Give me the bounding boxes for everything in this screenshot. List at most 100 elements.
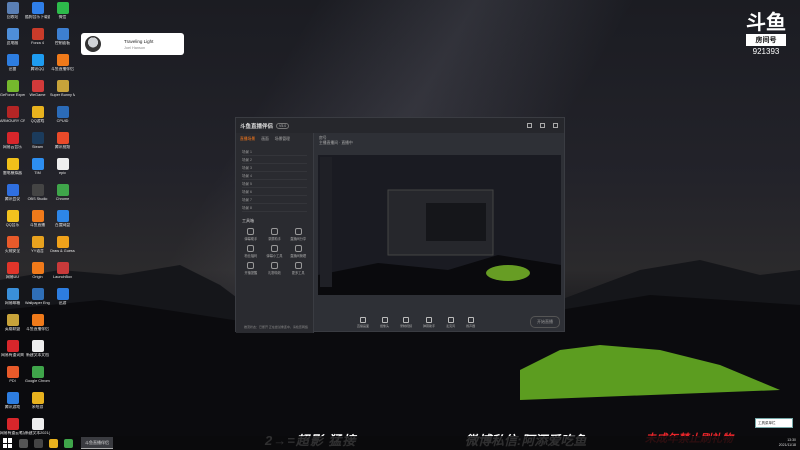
desktop-icon[interactable]: Forza 4 [25,26,50,52]
desktop-icon[interactable]: Draw & Guess [50,234,75,260]
desktop-icon[interactable]: Super Bunny Man [50,78,75,104]
desktop-icon[interactable]: 回收站 [0,0,25,26]
toolbox-item[interactable]: 直播间分享 [286,228,310,241]
toolbox-item[interactable]: 更多工具 [286,262,310,275]
desktop-icon[interactable]: Steam [25,130,50,156]
scene-item[interactable]: 场景 4 [242,172,307,180]
app-icon [56,288,69,300]
scene-item[interactable]: 场景 5 [242,180,307,188]
minimize-icon[interactable] [527,123,532,128]
desktop-icon[interactable]: TIM [25,156,50,182]
app-tab[interactable]: 直播场景 [240,137,255,142]
windows-start-icon[interactable] [3,438,13,448]
app-icon [56,54,69,66]
desktop-icon[interactable]: YY语音 [25,234,50,260]
app-icon [31,2,44,14]
app-icon [31,340,44,352]
desktop-icon[interactable]: 迅雷 [0,52,25,78]
desktop-icon[interactable] [50,364,75,390]
toolbox-item[interactable]: 开播提醒 [239,262,263,275]
app-icon [31,366,44,378]
toolbox-item[interactable]: 弹幕助手 [239,228,263,241]
desktop-icon[interactable]: 网易UU [0,260,25,286]
desktop-icon[interactable] [50,390,75,416]
maximize-icon[interactable] [540,123,545,128]
task-view-icon[interactable] [34,438,43,448]
app-icon [6,184,19,196]
desktop-icon[interactable]: 网易邮箱 [0,286,25,312]
tool-label: 更多工具 [291,271,305,275]
desktop-icon[interactable]: 腾讯视频 [50,130,75,156]
scene-item[interactable]: 场景 2 [242,156,307,164]
scene-item[interactable]: 场景 6 [242,188,307,196]
desktop-icon[interactable]: LaunchBox [50,260,75,286]
streamer-app-window[interactable]: 斗鱼直播伴侣 V5.0 直播场景 画面 场景管理 场景 1 场景 2 场景 3 场景 4场… [235,117,565,333]
toolbox-item[interactable]: 粉丝福利 [239,245,263,258]
desktop-icon[interactable]: QQ游戏 [25,104,50,130]
app-tab[interactable]: 画面 [261,137,269,142]
search-icon[interactable] [19,438,28,448]
desktop-icon[interactable]: 雷电模拟器 [0,156,25,182]
app-icon [57,366,69,378]
version-badge[interactable]: V5.0 [276,122,290,129]
toolbox-item[interactable]: 直播间管理 [286,245,310,258]
taskbar-app-douyu[interactable]: 斗鱼直播伴侣 [81,437,113,449]
desktop-icon[interactable]: Origin [25,260,50,286]
desktop-icon-label: 网易有道词典 [1,353,24,357]
app-icon [56,210,69,222]
desktop-icon-label: epic [59,171,66,175]
desktop-icon[interactable] [50,312,75,338]
desktop-icon[interactable]: 酷狗音乐下载器 [25,0,50,26]
desktop-icon[interactable]: CPUID [50,104,75,130]
stream-preview[interactable] [318,155,561,295]
file-explorer-icon[interactable] [49,438,58,448]
toolbox-item[interactable]: 礼物特效 [263,262,287,275]
scene-item[interactable]: 场景 8 [242,204,307,212]
close-icon[interactable] [553,123,558,128]
desktop-icon[interactable]: 网易云音乐 [0,130,25,156]
app-tab[interactable]: 场景管理 [275,137,290,142]
app-title: 斗鱼直播伴侣 [240,123,274,130]
desktop-icon[interactable]: Google Chrome [25,364,50,390]
desktop-icon[interactable]: GeForce Experience [0,78,25,104]
desktop-icon[interactable]: 腾讯会议 [0,182,25,208]
desktop-icon[interactable]: 米哈游 [25,390,50,416]
desktop-icon[interactable]: 迅游 [50,286,75,312]
desktop-icon[interactable]: Wallpaper Engine [25,286,50,312]
desktop-icon[interactable]: Chrome [50,182,75,208]
desktop-icon[interactable]: 斗鱼直播 [25,208,50,234]
desktop-icon[interactable]: PDI [0,364,25,390]
desktop-icon[interactable]: 百度网盘 [50,208,75,234]
desktop-icon[interactable]: WeGame [25,78,50,104]
scene-item[interactable]: 场景 1 [242,148,307,156]
desktop-icon[interactable]: QQ音乐 [0,208,25,234]
desktop-icon[interactable]: 腾讯QQ [25,52,50,78]
desktop-icon[interactable]: 新建文本文档 [25,338,50,364]
desktop-icon-label: 腾讯游戏 [4,405,21,409]
desktop-icon[interactable]: 斗鱼直播伴侣 [25,312,50,338]
desktop-icon[interactable]: 火绒安全 [0,234,25,260]
tool-icon [247,228,255,235]
desktop-icon[interactable]: 此电脑 [0,26,25,52]
desktop-icon[interactable]: 英雄联盟 [0,312,25,338]
toolbox-item[interactable]: 弹幕小工具 [263,245,287,258]
music-notification[interactable]: Traveling Light Joel Hanson [81,33,184,55]
desktop-icon[interactable] [50,338,75,364]
desktop-icon[interactable]: OBS Studio [25,182,50,208]
toolbox-item[interactable]: 录屏助手 [263,228,287,241]
desktop-icon[interactable]: 控制面板 [50,26,75,52]
app-titlebar[interactable]: 斗鱼直播伴侣 V5.0 [236,118,564,133]
scene-item[interactable]: 场景 7 [242,196,307,204]
desktop-icon[interactable]: 腾讯游戏 [0,390,25,416]
desktop-icon[interactable]: 斗鱼直播伴侣 [50,52,75,78]
stream-status-line: 主播直播间 · 直播中 [319,141,353,145]
system-clock[interactable]: 13:30 2021/11/18 [779,438,796,448]
desktop-icon[interactable]: 网易有道词典 [0,338,25,364]
desktop-icon[interactable]: 微信 [50,0,75,26]
app-icon [56,28,69,40]
desktop-icon-label: 斗鱼直播伴侣 [26,327,49,331]
chrome-icon[interactable] [64,438,73,448]
desktop-icon[interactable]: epic [50,156,75,182]
scene-item[interactable]: 场景 3 [242,164,307,172]
desktop-icon[interactable]: ARMOURY CRATE [0,104,25,130]
